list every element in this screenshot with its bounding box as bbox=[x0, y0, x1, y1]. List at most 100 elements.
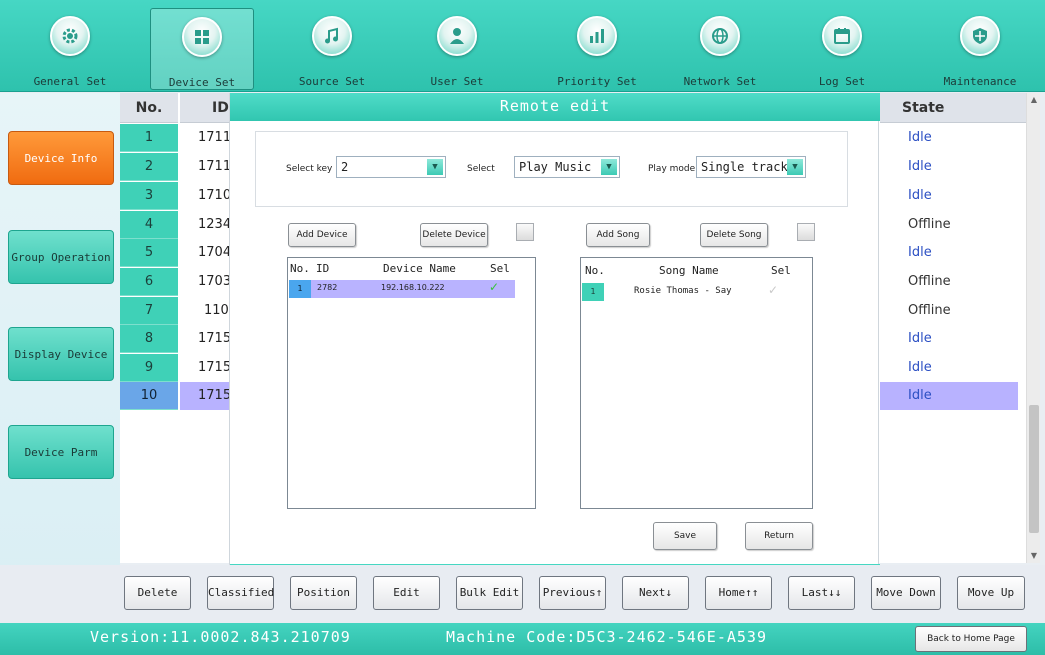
row-id-selected[interactable]: 1715 bbox=[180, 382, 236, 410]
tab-label: Network Set bbox=[683, 75, 757, 88]
play-mode-combo[interactable]: Single track ▼ bbox=[696, 156, 806, 178]
row-state[interactable]: Idle bbox=[880, 124, 1018, 152]
column-header-no: No. bbox=[290, 262, 310, 275]
status-bar: Version:11.0002.843.210709 Machine Code:… bbox=[0, 623, 1045, 655]
row-number-selected[interactable]: 10 bbox=[120, 382, 178, 410]
row-state[interactable]: Idle bbox=[880, 153, 1018, 181]
delete-device-button[interactable]: Delete Device bbox=[420, 223, 488, 247]
row-state[interactable]: Idle bbox=[880, 354, 1018, 382]
tab-general-set[interactable]: General Set bbox=[18, 8, 122, 90]
row-id[interactable]: 110 bbox=[180, 297, 236, 325]
move-down-button[interactable]: Move Down bbox=[871, 576, 941, 610]
row-number[interactable]: 1 bbox=[120, 124, 178, 152]
row-number[interactable]: 2 bbox=[120, 153, 178, 181]
check-icon[interactable]: ✓ bbox=[768, 283, 778, 297]
row-id[interactable]: 1715 bbox=[180, 325, 236, 353]
bulk-edit-button[interactable]: Bulk Edit bbox=[456, 576, 523, 610]
move-up-button[interactable]: Move Up bbox=[957, 576, 1025, 610]
row-number[interactable]: 3 bbox=[120, 182, 178, 210]
previous-button[interactable]: Previous↑ bbox=[539, 576, 606, 610]
row-state[interactable]: Idle bbox=[880, 325, 1018, 353]
row-number[interactable]: 8 bbox=[120, 325, 178, 353]
row-number[interactable]: 4 bbox=[120, 211, 178, 239]
row-id[interactable]: 1704 bbox=[180, 239, 236, 267]
row-id[interactable]: 1703 bbox=[180, 268, 236, 296]
sidebar: Device Info Group Operation Display Devi… bbox=[0, 93, 120, 623]
sidebar-item-group-operation[interactable]: Group Operation bbox=[8, 230, 114, 284]
last-button[interactable]: Last↓↓ bbox=[788, 576, 855, 610]
tab-label: General Set bbox=[33, 75, 107, 88]
column-header-state[interactable]: State bbox=[880, 93, 1026, 123]
song-select-all-checkbox[interactable] bbox=[797, 223, 815, 241]
list-item[interactable]: 1 2782 192.168.10.222 ✓ bbox=[289, 280, 515, 298]
delete-song-button[interactable]: Delete Song bbox=[700, 223, 768, 247]
row-number[interactable]: 6 bbox=[120, 268, 178, 296]
calendar-icon bbox=[822, 16, 862, 56]
list-item-id: 2782 bbox=[317, 283, 338, 292]
select-key-combo[interactable]: 2 ▼ bbox=[336, 156, 446, 178]
shield-icon bbox=[960, 16, 1000, 56]
sidebar-item-label: Group Operation bbox=[11, 250, 111, 264]
scroll-up-icon[interactable]: ▲ bbox=[1027, 93, 1041, 107]
column-header-device-name: Device Name bbox=[383, 262, 456, 275]
row-number[interactable]: 9 bbox=[120, 354, 178, 382]
delete-button[interactable]: Delete bbox=[124, 576, 191, 610]
tab-label: Maintenance bbox=[943, 75, 1017, 88]
row-id[interactable]: 1715 bbox=[180, 354, 236, 382]
sidebar-item-display-device[interactable]: Display Device bbox=[8, 327, 114, 381]
row-id[interactable]: 1234 bbox=[180, 211, 236, 239]
version-text: Version:11.0002.843.210709 bbox=[90, 628, 351, 646]
row-state[interactable]: Idle bbox=[880, 239, 1018, 267]
device-select-all-checkbox[interactable] bbox=[516, 223, 534, 241]
tab-network-set[interactable]: Network Set bbox=[668, 8, 772, 90]
tab-label: Source Set bbox=[298, 75, 366, 88]
scroll-down-icon[interactable]: ▼ bbox=[1027, 549, 1041, 563]
tab-device-set[interactable]: Device Set bbox=[150, 8, 254, 90]
chevron-down-icon[interactable]: ▼ bbox=[787, 159, 803, 175]
row-number[interactable]: 5 bbox=[120, 239, 178, 267]
chevron-down-icon[interactable]: ▼ bbox=[427, 159, 443, 175]
return-button[interactable]: Return bbox=[745, 522, 813, 550]
row-number[interactable]: 7 bbox=[120, 297, 178, 325]
home-button[interactable]: Home↑↑ bbox=[705, 576, 772, 610]
next-button[interactable]: Next↓ bbox=[622, 576, 689, 610]
sidebar-item-device-info[interactable]: Device Info bbox=[8, 131, 114, 185]
row-state[interactable]: Offline bbox=[880, 211, 1018, 239]
row-state[interactable]: Offline bbox=[880, 297, 1018, 325]
edit-button[interactable]: Edit bbox=[373, 576, 440, 610]
save-button[interactable]: Save bbox=[653, 522, 717, 550]
sidebar-item-device-parm[interactable]: Device Parm bbox=[8, 425, 114, 479]
vertical-scrollbar[interactable]: ▲ ▼ bbox=[1026, 93, 1040, 563]
back-to-home-button[interactable]: Back to Home Page bbox=[915, 626, 1027, 652]
list-item-song-name: Rosie Thomas - Say bbox=[634, 286, 732, 296]
music-note-icon bbox=[312, 16, 352, 56]
grid-icon bbox=[182, 17, 222, 57]
classified-button[interactable]: Classified bbox=[207, 576, 274, 610]
column-header-song-name: Song Name bbox=[659, 264, 719, 277]
column-header-id[interactable]: ID bbox=[180, 93, 230, 123]
row-id[interactable]: 1710 bbox=[180, 182, 236, 210]
remote-edit-dialog: Remote edit Select key 2 ▼ Select Play M… bbox=[229, 93, 880, 580]
tab-maintenance[interactable]: Maintenance bbox=[928, 8, 1032, 90]
row-state[interactable]: Offline bbox=[880, 268, 1018, 296]
add-device-button[interactable]: Add Device bbox=[288, 223, 356, 247]
add-song-button[interactable]: Add Song bbox=[586, 223, 650, 247]
row-id[interactable]: 1711 bbox=[180, 153, 236, 181]
tab-user-set[interactable]: User Set bbox=[405, 8, 509, 90]
tab-priority-set[interactable]: Priority Set bbox=[545, 8, 649, 90]
position-button[interactable]: Position bbox=[290, 576, 357, 610]
row-state[interactable]: Idle bbox=[880, 182, 1018, 210]
select-combo[interactable]: Play Music ▼ bbox=[514, 156, 620, 178]
song-list: No. Song Name Sel 1 Rosie Thomas - Say ✓ bbox=[580, 257, 813, 509]
row-state-selected[interactable]: Idle bbox=[880, 382, 1018, 410]
list-item[interactable]: 1 Rosie Thomas - Say ✓ bbox=[582, 282, 788, 302]
scroll-thumb[interactable] bbox=[1029, 405, 1039, 533]
chevron-down-icon[interactable]: ▼ bbox=[601, 159, 617, 175]
gear-icon bbox=[50, 16, 90, 56]
row-id[interactable]: 1711 bbox=[180, 124, 236, 152]
sidebar-item-label: Device Parm bbox=[24, 445, 98, 459]
tab-source-set[interactable]: Source Set bbox=[280, 8, 384, 90]
check-icon[interactable]: ✓ bbox=[489, 280, 499, 294]
column-header-no[interactable]: No. bbox=[120, 93, 178, 123]
tab-log-set[interactable]: Log Set bbox=[790, 8, 894, 90]
